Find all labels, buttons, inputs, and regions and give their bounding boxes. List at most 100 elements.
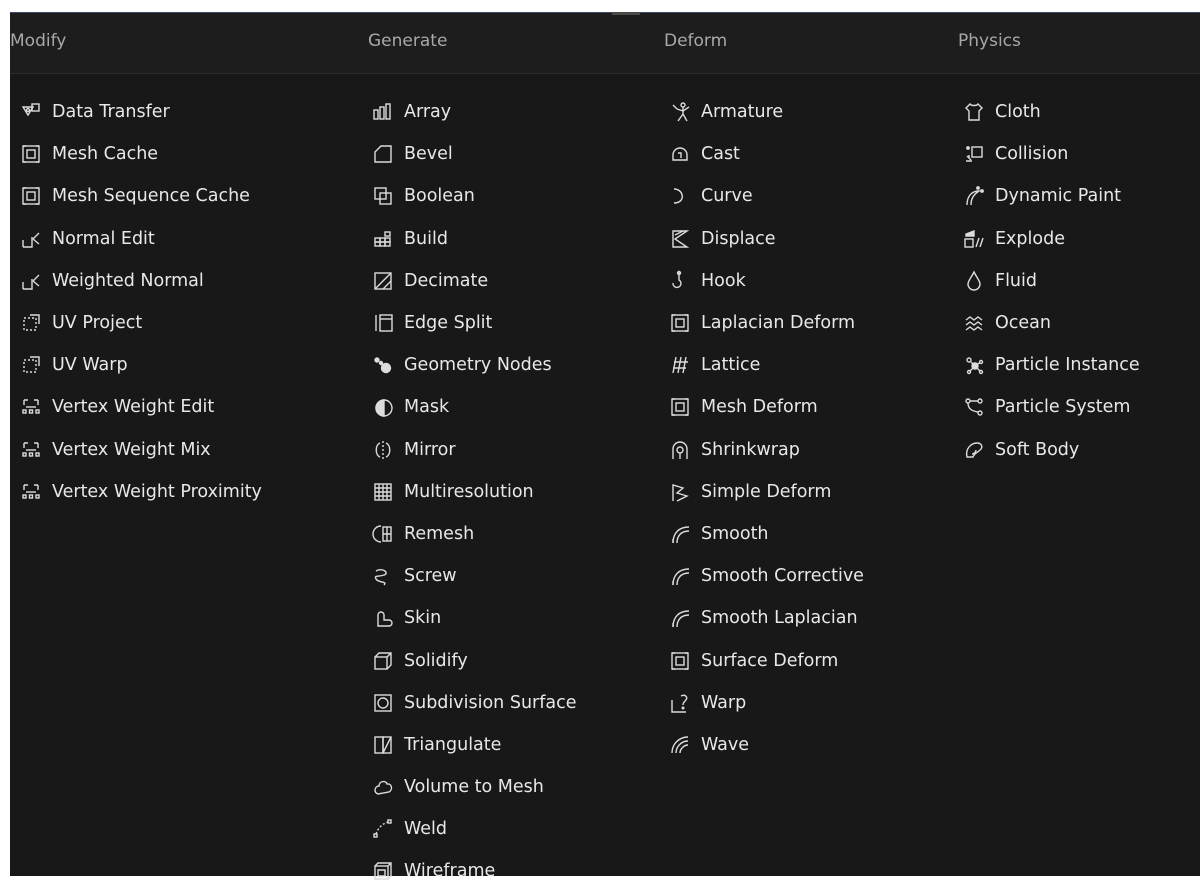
menu-item-data-transfer[interactable]: Data Transfer bbox=[20, 91, 262, 133]
smooth-icon bbox=[669, 523, 691, 545]
menu-item-label: Particle Instance bbox=[995, 355, 1140, 376]
vertex-weight-icon bbox=[20, 439, 42, 461]
menu-item-label: Bevel bbox=[404, 144, 453, 165]
menu-item-mask[interactable]: Mask bbox=[372, 386, 577, 428]
edge-split-icon bbox=[372, 312, 394, 334]
menu-item-surface-deform[interactable]: Surface Deform bbox=[669, 639, 864, 681]
menu-item-collision[interactable]: Collision bbox=[963, 133, 1140, 175]
menu-item-label: Data Transfer bbox=[52, 102, 170, 123]
menu-item-multiresolution[interactable]: Multiresolution bbox=[372, 471, 577, 513]
menu-item-weighted-normal[interactable]: Weighted Normal bbox=[20, 260, 262, 302]
menu-item-smooth[interactable]: Smooth bbox=[669, 513, 864, 555]
skin-icon bbox=[372, 607, 394, 629]
menu-item-vertex-weight-proximity[interactable]: Vertex Weight Proximity bbox=[20, 471, 262, 513]
menu-item-label: Edge Split bbox=[404, 313, 493, 334]
solidify-icon bbox=[372, 650, 394, 672]
menu-item-volume-to-mesh[interactable]: Volume to Mesh bbox=[372, 766, 577, 808]
remesh-icon bbox=[372, 523, 394, 545]
menu-item-vertex-weight-edit[interactable]: Vertex Weight Edit bbox=[20, 386, 262, 428]
menu-item-label: Simple Deform bbox=[701, 481, 832, 502]
menu-item-label: Ocean bbox=[995, 313, 1051, 334]
menu-item-label: Skin bbox=[404, 608, 442, 629]
menu-item-simple-deform[interactable]: Simple Deform bbox=[669, 471, 864, 513]
cast-icon bbox=[669, 143, 691, 165]
menu-item-cast[interactable]: Cast bbox=[669, 133, 864, 175]
hook-icon bbox=[669, 270, 691, 292]
menu-item-soft-body[interactable]: Soft Body bbox=[963, 429, 1140, 471]
modify-column: Data Transfer Mesh Cache Mesh Sequence Cac… bbox=[20, 91, 262, 513]
shrinkwrap-icon bbox=[669, 439, 691, 461]
menu-item-skin[interactable]: Skin bbox=[372, 597, 577, 639]
menu-item-array[interactable]: Array bbox=[372, 91, 577, 133]
menu-item-edge-split[interactable]: Edge Split bbox=[372, 302, 577, 344]
menu-item-subdivision-surface[interactable]: Subdivision Surface bbox=[372, 682, 577, 724]
menu-item-mesh-deform[interactable]: Mesh Deform bbox=[669, 386, 864, 428]
menu-item-label: Solidify bbox=[404, 650, 468, 671]
data-transfer-icon bbox=[20, 101, 42, 123]
weld-icon bbox=[372, 818, 394, 840]
menu-item-label: Soft Body bbox=[995, 439, 1080, 460]
menu-item-wave[interactable]: Wave bbox=[669, 724, 864, 766]
menu-item-lattice[interactable]: Lattice bbox=[669, 344, 864, 386]
menu-item-mirror[interactable]: Mirror bbox=[372, 429, 577, 471]
menu-item-weld[interactable]: Weld bbox=[372, 808, 577, 850]
menu-item-label: Mesh Deform bbox=[701, 397, 818, 418]
weighted-normal-icon bbox=[20, 270, 42, 292]
menu-item-particle-instance[interactable]: Particle Instance bbox=[963, 344, 1140, 386]
menu-item-particle-system[interactable]: Particle System bbox=[963, 386, 1140, 428]
menu-item-boolean[interactable]: Boolean bbox=[372, 175, 577, 217]
menu-item-label: Build bbox=[404, 228, 448, 249]
smooth-icon bbox=[669, 607, 691, 629]
soft-body-icon bbox=[963, 439, 985, 461]
category-physics-heading: Physics bbox=[958, 31, 1021, 51]
menu-item-shrinkwrap[interactable]: Shrinkwrap bbox=[669, 429, 864, 471]
menu-item-smooth-laplacian[interactable]: Smooth Laplacian bbox=[669, 597, 864, 639]
menu-item-label: Cast bbox=[701, 144, 740, 165]
menu-item-label: Triangulate bbox=[404, 734, 502, 755]
menu-item-bevel[interactable]: Bevel bbox=[372, 133, 577, 175]
particle-system-icon bbox=[963, 396, 985, 418]
menu-item-fluid[interactable]: Fluid bbox=[963, 260, 1140, 302]
menu-item-wireframe[interactable]: Wireframe bbox=[372, 850, 577, 892]
displace-icon bbox=[669, 228, 691, 250]
menu-item-armature[interactable]: Armature bbox=[669, 91, 864, 133]
menu-item-dynamic-paint[interactable]: Dynamic Paint bbox=[963, 175, 1140, 217]
menu-item-remesh[interactable]: Remesh bbox=[372, 513, 577, 555]
menu-item-smooth-corrective[interactable]: Smooth Corrective bbox=[669, 555, 864, 597]
menu-item-mesh-cache[interactable]: Mesh Cache bbox=[20, 133, 262, 175]
laplacian-deform-icon bbox=[669, 312, 691, 334]
vertex-weight-icon bbox=[20, 396, 42, 418]
menu-item-label: Smooth Laplacian bbox=[701, 608, 858, 629]
menu-item-displace[interactable]: Displace bbox=[669, 218, 864, 260]
screw-icon bbox=[372, 565, 394, 587]
menu-item-cloth[interactable]: Cloth bbox=[963, 91, 1140, 133]
menu-item-geometry-nodes[interactable]: Geometry Nodes bbox=[372, 344, 577, 386]
menu-item-normal-edit[interactable]: Normal Edit bbox=[20, 218, 262, 260]
menu-item-solidify[interactable]: Solidify bbox=[372, 639, 577, 681]
menu-item-build[interactable]: Build bbox=[372, 218, 577, 260]
menu-item-ocean[interactable]: Ocean bbox=[963, 302, 1140, 344]
mesh-sequence-cache-icon bbox=[20, 185, 42, 207]
menu-item-vertex-weight-mix[interactable]: Vertex Weight Mix bbox=[20, 429, 262, 471]
menu-item-label: Curve bbox=[701, 186, 753, 207]
left-edge bbox=[0, 12, 10, 876]
menu-item-warp[interactable]: Warp bbox=[669, 682, 864, 724]
menu-item-hook[interactable]: Hook bbox=[669, 260, 864, 302]
menu-item-curve[interactable]: Curve bbox=[669, 175, 864, 217]
geometry-nodes-icon bbox=[372, 354, 394, 376]
menu-item-uv-warp[interactable]: UV Warp bbox=[20, 344, 262, 386]
mirror-icon bbox=[372, 439, 394, 461]
surface-deform-icon bbox=[669, 650, 691, 672]
decimate-icon bbox=[372, 270, 394, 292]
menu-item-mesh-sequence-cache[interactable]: Mesh Sequence Cache bbox=[20, 175, 262, 217]
menu-item-decimate[interactable]: Decimate bbox=[372, 260, 577, 302]
menu-item-label: UV Project bbox=[52, 313, 143, 334]
physics-column: Cloth Collision Dynamic Paint Explode Fluid O… bbox=[963, 91, 1140, 471]
menu-item-screw[interactable]: Screw bbox=[372, 555, 577, 597]
menu-item-label: Mask bbox=[404, 397, 450, 418]
menu-item-label: Laplacian Deform bbox=[701, 313, 856, 334]
menu-item-laplacian-deform[interactable]: Laplacian Deform bbox=[669, 302, 864, 344]
menu-item-uv-project[interactable]: UV Project bbox=[20, 302, 262, 344]
menu-item-explode[interactable]: Explode bbox=[963, 218, 1140, 260]
menu-item-triangulate[interactable]: Triangulate bbox=[372, 724, 577, 766]
